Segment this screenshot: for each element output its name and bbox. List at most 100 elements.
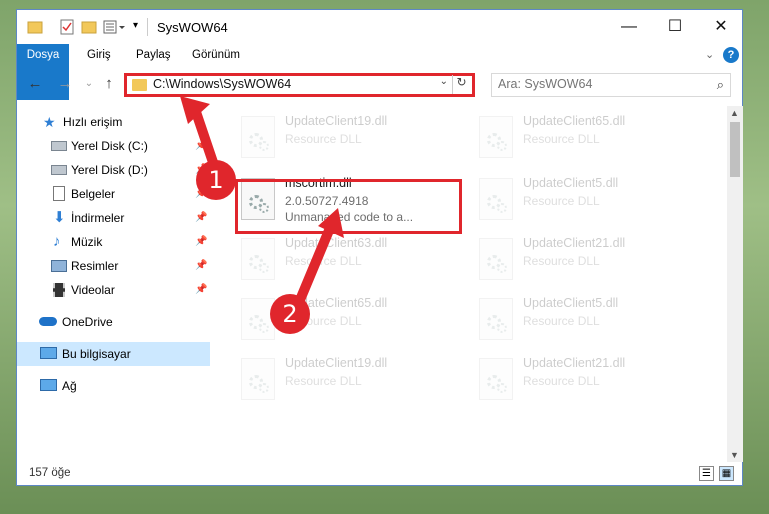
close-button[interactable]: ✕: [698, 10, 744, 44]
scroll-down-icon[interactable]: ▼: [730, 450, 739, 460]
dll-file-icon: [241, 116, 275, 158]
download-icon: ⬇: [53, 209, 66, 226]
sidebar-item-network[interactable]: Ağ: [17, 374, 210, 398]
search-box[interactable]: ⌕: [491, 73, 731, 97]
file-type: Resource DLL: [285, 132, 362, 146]
list-item[interactable]: UpdateClient63.dll Resource DLL: [237, 234, 467, 290]
sidebar-item-label: Hızlı erişim: [63, 115, 123, 129]
new-folder-icon[interactable]: [81, 19, 97, 35]
sidebar-item-label: Ağ: [62, 379, 77, 393]
dll-file-icon: [479, 298, 513, 340]
file-type: Resource DLL: [285, 254, 362, 268]
pictures-icon: [51, 260, 67, 272]
pin-icon[interactable]: 📌: [195, 230, 207, 254]
navigation-pane: ★ Hızlı erişim Yerel Disk (C:) 📌 Yerel D…: [17, 106, 210, 456]
navigation-bar: ← → ⌄ ↑ C:\Windows\SysWOW64 ⌄ ↻ ⌕: [17, 70, 742, 100]
address-dropdown-icon[interactable]: ⌄: [440, 76, 448, 87]
list-item[interactable]: UpdateClient5.dll Resource DLL: [475, 294, 705, 350]
file-name: UpdateClient5.dll: [523, 176, 619, 190]
file-type: Resource DLL: [285, 374, 362, 388]
list-item[interactable]: UpdateClient21.dll Resource DLL: [475, 234, 705, 290]
search-icon[interactable]: ⌕: [717, 77, 724, 93]
quick-access-dropdown[interactable]: ▾: [133, 20, 138, 36]
back-arrow-icon[interactable]: ←: [25, 74, 45, 94]
file-list: UpdateClient19.dll Resource DLL UpdateCl…: [217, 106, 727, 462]
dll-file-icon: [479, 238, 513, 280]
sidebar-item-label: OneDrive: [62, 315, 113, 329]
vertical-scrollbar[interactable]: ▲ ▼: [727, 106, 743, 462]
pin-icon[interactable]: 📌: [195, 134, 207, 158]
help-icon[interactable]: ?: [723, 47, 739, 63]
dll-file-icon: [241, 238, 275, 280]
list-item[interactable]: UpdateClient65.dll Resource DLL: [475, 112, 705, 168]
customize-toolbar-icon[interactable]: [103, 19, 129, 35]
sidebar-item-label: İndirmeler: [71, 211, 125, 225]
file-name: UpdateClient63.dll: [285, 236, 388, 250]
file-type: Resource DLL: [523, 314, 600, 328]
sidebar-item-videos[interactable]: Videolar 📌: [17, 278, 210, 302]
sidebar-item-label: Belgeler: [71, 187, 116, 201]
properties-icon[interactable]: [59, 19, 75, 35]
computer-icon: [40, 347, 57, 359]
tab-giris[interactable]: Giriş: [77, 44, 121, 67]
folder-icon: [132, 79, 147, 91]
explorer-window: ▾ SysWOW64 — ☐ ✕ Dosya Giriş Paylaş Görü…: [16, 9, 743, 486]
details-view-icon[interactable]: ☰: [699, 466, 714, 481]
network-icon: [40, 379, 57, 391]
refresh-icon[interactable]: ↻: [452, 75, 470, 94]
sidebar-item-disk-d[interactable]: Yerel Disk (D:) 📌: [17, 158, 210, 182]
item-count: 157 öğe: [29, 467, 71, 479]
expand-ribbon-icon[interactable]: ⌄: [705, 48, 714, 61]
sidebar-item-label: Resimler: [71, 259, 119, 273]
sidebar-item-label: Videolar: [71, 283, 115, 297]
sidebar-item-quick-access[interactable]: ★ Hızlı erişim: [17, 110, 210, 134]
scroll-thumb[interactable]: [730, 122, 740, 177]
file-name: UpdateClient19.dll: [285, 356, 388, 370]
file-name: UpdateClient5.dll: [523, 296, 619, 310]
file-name: UpdateClient21.dll: [523, 236, 626, 250]
list-item[interactable]: UpdateClient21.dll Resource DLL: [475, 354, 705, 410]
sidebar-item-pictures[interactable]: Resimler 📌: [17, 254, 210, 278]
step-1-badge: 1: [196, 160, 236, 200]
divider: [147, 18, 148, 36]
dll-file-icon: [241, 358, 275, 400]
list-item[interactable]: UpdateClient19.dll Resource DLL: [237, 112, 467, 168]
maximize-button[interactable]: ☐: [652, 10, 698, 44]
file-name: UpdateClient21.dll: [523, 356, 626, 370]
recent-locations-icon[interactable]: ⌄: [79, 74, 99, 94]
list-item[interactable]: UpdateClient19.dll Resource DLL: [237, 354, 467, 410]
sidebar-item-music[interactable]: ♪ Müzik 📌: [17, 230, 210, 254]
tab-gorunum[interactable]: Görünüm: [182, 44, 250, 67]
pin-icon[interactable]: 📌: [195, 254, 207, 278]
list-item[interactable]: UpdateClient5.dll Resource DLL: [475, 174, 705, 230]
sidebar-item-label: Yerel Disk (D:): [71, 163, 148, 177]
up-arrow-icon[interactable]: ↑: [99, 74, 119, 94]
sidebar-item-onedrive[interactable]: OneDrive: [17, 310, 210, 334]
pin-icon[interactable]: 📌: [195, 278, 207, 302]
dll-file-icon: [479, 116, 513, 158]
pin-icon[interactable]: 📌: [195, 206, 207, 230]
star-icon: ★: [43, 114, 56, 130]
title-bar: ▾ SysWOW64 — ☐ ✕: [17, 10, 742, 44]
file-type: Resource DLL: [523, 194, 600, 208]
file-name: UpdateClient65.dll: [523, 114, 626, 128]
tiles-view-icon[interactable]: ▦: [719, 466, 734, 481]
sidebar-item-this-pc[interactable]: Bu bilgisayar: [17, 342, 210, 366]
address-path[interactable]: C:\Windows\SysWOW64: [153, 77, 291, 91]
forward-arrow-icon[interactable]: →: [55, 74, 75, 94]
step-2-badge: 2: [270, 294, 310, 334]
sidebar-item-label: Yerel Disk (C:): [71, 139, 148, 153]
tab-paylas[interactable]: Paylaş: [126, 44, 181, 67]
drive-icon: [51, 165, 67, 175]
window-title: SysWOW64: [157, 20, 228, 35]
sidebar-item-documents[interactable]: Belgeler 📌: [17, 182, 210, 206]
sidebar-item-label: Bu bilgisayar: [62, 347, 131, 361]
file-type: Resource DLL: [523, 254, 600, 268]
search-input[interactable]: [498, 77, 698, 91]
sidebar-item-downloads[interactable]: ⬇ İndirmeler 📌: [17, 206, 210, 230]
address-bar[interactable]: C:\Windows\SysWOW64 ⌄ ↻: [124, 73, 475, 97]
ribbon-tabs: Dosya Giriş Paylaş Görünüm ⌄ ?: [17, 44, 742, 100]
minimize-button[interactable]: —: [606, 10, 652, 44]
scroll-up-icon[interactable]: ▲: [730, 108, 739, 118]
sidebar-item-disk-c[interactable]: Yerel Disk (C:) 📌: [17, 134, 210, 158]
